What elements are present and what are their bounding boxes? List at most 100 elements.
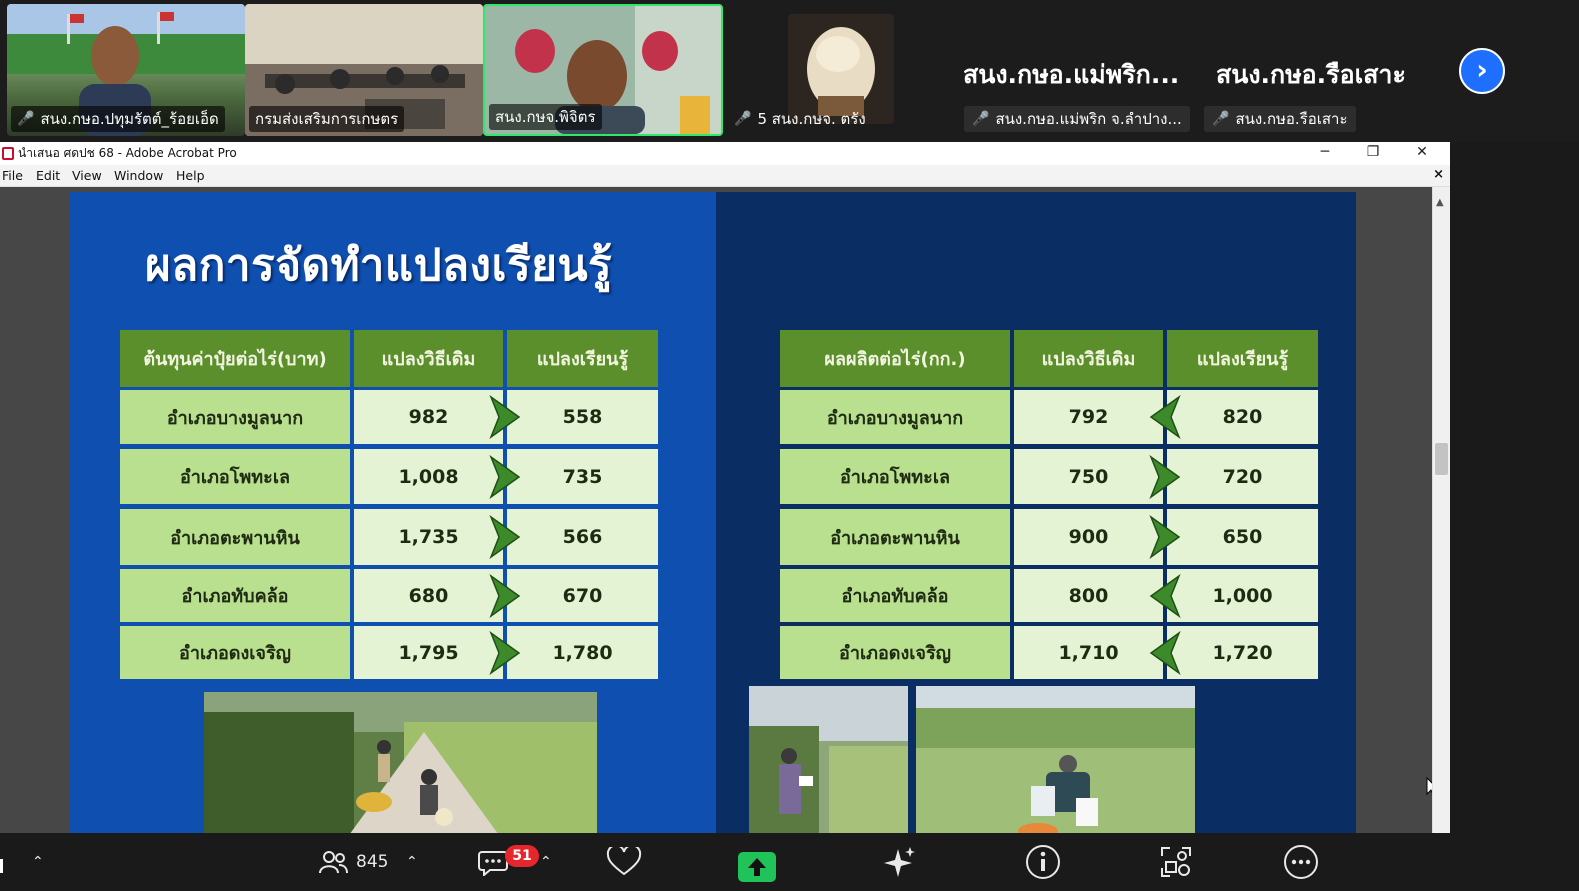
menu-edit[interactable]: Edit [36,168,60,183]
less-than-chevron-icon [1149,630,1181,675]
table-row-label: อำเภอตะพานหิน [780,509,1010,565]
participant-tile-2[interactable]: กรมส่งเสริมการเกษตร [245,4,483,136]
greater-than-chevron-icon [489,573,521,618]
menu-help[interactable]: Help [176,168,205,183]
audio-options-chevron-icon[interactable]: ⌃ [32,843,44,881]
table-cell-old-method: 792 [1014,390,1163,444]
meeting-toolbar: ⌃ 845 ⌃ 51 ⌃ [0,833,1579,891]
participant-name-4: 5 สนง.กษจ. ตรัง [757,110,866,128]
acrobat-window: นำเสนอ ศดปช 68 - Adobe Acrobat Pro ─ ❐ ✕… [0,142,1450,833]
close-button[interactable]: ✕ [1399,142,1445,165]
table-cell-learning-plot: 650 [1167,509,1318,565]
table-header-cell: ต้นทุนค่าปุ๋ยต่อไร่(บาท) [120,330,350,387]
more-icon [1284,845,1318,879]
greater-than-chevron-icon [489,630,521,675]
participants-button[interactable]: 845 [318,843,388,881]
more-button[interactable] [1282,843,1320,881]
table-header-cell: แปลงวิธีเดิม [1014,330,1163,387]
table-row-label: อำเภอบางมูลนาก [120,390,350,444]
participant-name-6: สนง.กษอ.รือเสาะ [1235,110,1348,128]
mic-muted-icon: 🎤 [1212,111,1230,127]
table-row-label: อำเภอทับคล้อ [780,569,1010,622]
window-titlebar[interactable]: นำเสนอ ศดปช 68 - Adobe Acrobat Pro ─ ❐ ✕ [0,142,1450,165]
menu-file[interactable]: File [2,168,23,183]
zoom-meeting-window: 🎤 สนง.กษอ.ปทุมรัตต์_ร้อยเอ็ด กรมส่งเสริมก… [0,0,1579,891]
toolbar-edge-marker [0,859,3,873]
table-header-cell: แปลงเรียนรู้ [507,330,658,387]
table-row-label: อำเภอโพทะเล [780,449,1010,504]
scroll-up-icon[interactable]: ▲ [1436,197,1444,208]
table-cell-old-method: 800 [1014,569,1163,622]
table-row-label: อำเภอดงเจริญ [780,626,1010,679]
table-row-label: อำเภอบางมูลนาก [780,390,1010,444]
acrobat-app-icon [2,147,14,160]
table-cell-learning-plot: 558 [507,390,658,444]
apps-button[interactable] [1158,843,1194,881]
vertical-scrollbar[interactable]: ▲ [1432,187,1450,833]
table-cell-learning-plot: 1,000 [1167,569,1318,622]
participant-label-6[interactable]: 🎤 สนง.กษอ.รือเสาะ [1204,106,1356,132]
minimize-button[interactable]: ─ [1302,142,1348,165]
participant-label-5[interactable]: 🎤 สนง.กษอ.แม่พริก จ.ลำปาง... [964,106,1190,132]
mic-muted-icon: 🎤 [17,111,35,127]
chevron-right-icon: › [1476,53,1488,86]
chat-options-chevron-icon[interactable]: ⌃ [540,843,552,881]
table-cell-learning-plot: 566 [507,509,658,565]
menu-window[interactable]: Window [114,168,163,183]
participant-name-3: สนง.กษจ.พิจิตร [495,108,596,126]
participant-avatar-name-6: สนง.กษอ.รือเสาะ [1216,60,1406,89]
participant-tile-1[interactable]: 🎤 สนง.กษอ.ปทุมรัตต์_ร้อยเอ็ด [7,4,245,136]
meeting-info-button[interactable] [1024,843,1062,881]
table-cell-learning-plot: 720 [1167,449,1318,504]
table-cell-learning-plot: 670 [507,569,658,622]
presentation-slide: ผลการจัดทำแปลงเรียนรู้ ต้นทุนค่าปุ๋ยต่อไ… [70,192,1356,833]
table-cell-old-method: 1,795 [354,626,503,679]
apps-icon [1161,847,1191,877]
reactions-button[interactable] [606,843,642,881]
participant-name-5: สนง.กษอ.แม่พริก จ.ลำปาง... [995,110,1182,128]
table-cell-old-method: 1,008 [354,449,503,504]
participants-options-chevron-icon[interactable]: ⌃ [406,843,418,881]
greater-than-chevron-icon [1149,515,1181,559]
participant-name-2: กรมส่งเสริมการเกษตร [255,110,399,128]
participant-label-4[interactable]: 🎤 5 สนง.กษจ. ตรัง [726,106,874,132]
table-cell-old-method: 1,735 [354,509,503,565]
table-row-label: อำเภอทับคล้อ [120,569,350,622]
restore-button[interactable]: ❐ [1350,142,1396,165]
info-icon [1026,845,1060,879]
participant-strip: 🎤 สนง.กษอ.ปทุมรัตต์_ร้อยเอ็ด กรมส่งเสริมก… [0,0,1579,142]
greater-than-chevron-icon [1149,454,1181,499]
table-header-cell: ผลผลิตต่อไร่(กก.) [780,330,1010,387]
document-view[interactable]: ผลการจัดทำแปลงเรียนรู้ ต้นทุนค่าปุ๋ยต่อไ… [0,187,1432,833]
share-arrow-icon [748,858,766,876]
ai-companion-button[interactable] [882,843,918,881]
participant-tile-3-active[interactable]: สนง.กษจ.พิจิตร [483,4,723,136]
table-cell-old-method: 900 [1014,509,1163,565]
menu-bar: File Edit View Window Help × [0,165,1450,187]
table-cell-old-method: 750 [1014,449,1163,504]
less-than-chevron-icon [1149,395,1181,439]
mic-muted-icon: 🎤 [734,111,752,127]
next-page-button[interactable]: › [1459,48,1505,94]
participant-avatar-name-5: สนง.กษอ.แม่พริก... [963,60,1180,89]
window-title: นำเสนอ ศดปช 68 - Adobe Acrobat Pro [18,146,237,160]
chat-unread-badge: 51 [505,845,539,867]
chat-button[interactable] [478,843,510,881]
table-cell-learning-plot: 820 [1167,390,1318,444]
table-row-label: อำเภอโพทะเล [120,449,350,504]
greater-than-chevron-icon [489,515,521,559]
scrollbar-thumb[interactable] [1435,443,1448,475]
table-header-cell: แปลงเรียนรู้ [1167,330,1318,387]
table-row-label: อำเภอตะพานหิน [120,509,350,565]
menu-view[interactable]: View [72,168,102,183]
participant-name-1: สนง.กษอ.ปทุมรัตต์_ร้อยเอ็ด [40,110,219,128]
table-cell-old-method: 982 [354,390,503,444]
menu-close-icon[interactable]: × [1433,167,1444,182]
table-cell-learning-plot: 1,720 [1167,626,1318,679]
share-screen-button[interactable] [738,852,776,882]
table-header-cell: แปลงวิธีเดิม [354,330,503,387]
sparkle-icon [884,847,915,877]
participants-icon [319,851,348,874]
mic-muted-icon: 🎤 [972,111,990,127]
table-cell-learning-plot: 735 [507,449,658,504]
